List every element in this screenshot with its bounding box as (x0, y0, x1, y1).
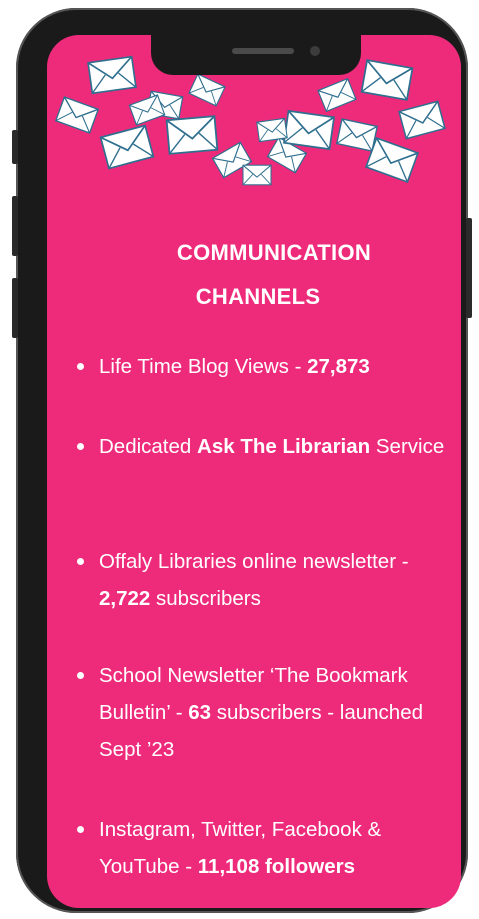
list-item: Offaly Libraries online newsletter - 2,7… (77, 543, 457, 617)
bullet-icon (77, 672, 84, 679)
page-title-line-2: CHANNELS (195, 284, 321, 309)
list-item: Dedicated Ask The Librarian Service (77, 428, 457, 465)
item-highlight: Ask The Librarian (197, 435, 371, 458)
item-text-suffix: Service (370, 435, 445, 458)
item-highlight: 63 (188, 701, 212, 724)
mute-switch (12, 130, 18, 164)
item-highlight: 27,873 (307, 355, 370, 378)
list-item: Life Time Blog Views - 27,873 (77, 348, 457, 385)
bullet-icon (77, 558, 84, 565)
bullet-icon (77, 443, 84, 450)
item-highlight: 2,722 (99, 587, 151, 610)
item-highlight: 11,108 followers (197, 855, 356, 878)
volume-down-button (12, 278, 18, 338)
item-text-suffix: subscribers (150, 587, 261, 610)
item-text: Life Time Blog Views - (99, 355, 308, 378)
camera-icon (310, 46, 320, 56)
phone-screen: COMMUNICATION CHANNELS Life Time Blog Vi… (47, 35, 461, 908)
item-text: Offaly Libraries online newsletter - (99, 550, 409, 573)
notch (151, 35, 361, 75)
envelope-icon (55, 55, 446, 186)
speaker-icon (232, 48, 294, 54)
item-text: Dedicated (99, 435, 198, 458)
bullet-icon (77, 363, 84, 370)
bullet-icon (77, 826, 84, 833)
list-item: Instagram, Twitter, Facebook & YouTube -… (77, 811, 457, 885)
power-button (466, 218, 472, 318)
volume-up-button (12, 196, 18, 256)
phone-frame: COMMUNICATION CHANNELS Life Time Blog Vi… (12, 8, 472, 913)
page-title-line-1: COMMUNICATION (176, 240, 372, 265)
list-item: School Newsletter ‘The Bookmark Bulletin… (77, 657, 457, 768)
